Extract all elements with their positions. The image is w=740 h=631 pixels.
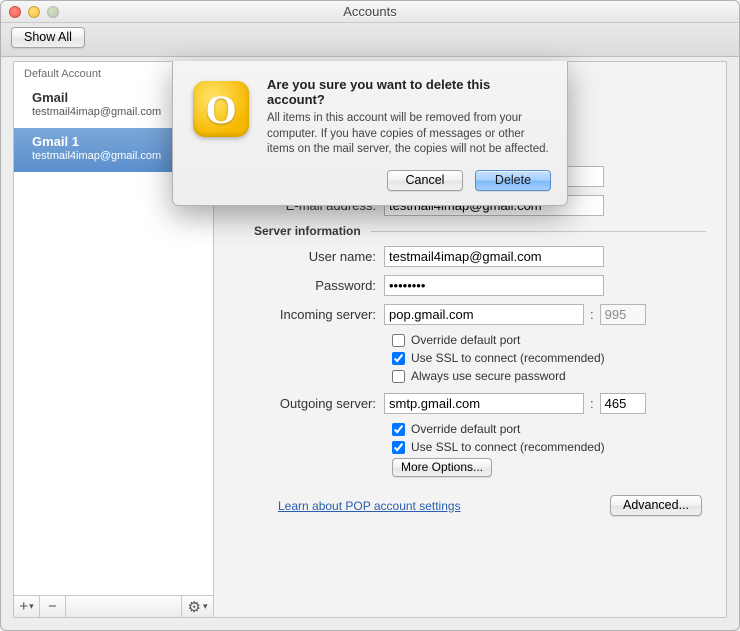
form-row-password: Password: — [234, 275, 706, 296]
form-row-outgoing: Outgoing server: : — [234, 393, 706, 414]
zoom-icon — [47, 6, 59, 18]
section-label: Server information — [254, 224, 371, 238]
checkbox[interactable] — [392, 370, 405, 383]
port-separator: : — [584, 396, 600, 411]
more-options-row: More Options... — [392, 458, 706, 477]
sidebar-footer: +▾ − ⚙▾ — [14, 595, 213, 617]
cancel-button[interactable]: Cancel — [387, 170, 463, 191]
outlook-icon: O — [193, 81, 249, 137]
accounts-window: Accounts Show All Default Account Gmail … — [0, 0, 740, 631]
checkbox-label: Override default port — [411, 422, 520, 436]
advanced-button[interactable]: Advanced... — [610, 495, 702, 516]
outgoing-port-field[interactable] — [600, 393, 646, 414]
checkbox-label: Use SSL to connect (recommended) — [411, 351, 605, 365]
close-icon[interactable] — [9, 6, 21, 18]
checkbox[interactable] — [392, 441, 405, 454]
gear-menu-button[interactable]: ⚙▾ — [181, 596, 213, 617]
section-server-info: Server information — [254, 224, 706, 238]
checkbox[interactable] — [392, 352, 405, 365]
traffic-lights — [9, 6, 59, 18]
label-username: User name: — [234, 249, 384, 264]
delete-confirm-dialog: O Are you sure you want to delete this a… — [172, 61, 568, 206]
form-row-incoming: Incoming server: : — [234, 304, 706, 325]
incoming-port-field[interactable] — [600, 304, 646, 325]
plus-icon: + — [19, 598, 28, 615]
checkbox-secure-pwd[interactable]: Always use secure password — [392, 369, 706, 383]
dialog-title: Are you sure you want to delete this acc… — [267, 77, 551, 107]
toolbar: Show All — [1, 23, 739, 57]
incoming-server-field[interactable] — [384, 304, 584, 325]
checkbox-ssl-out[interactable]: Use SSL to connect (recommended) — [392, 440, 706, 454]
form-row-username: User name: — [234, 246, 706, 267]
window-title: Accounts — [9, 4, 731, 19]
checkbox[interactable] — [392, 423, 405, 436]
password-field[interactable] — [384, 275, 604, 296]
bottom-bar: Learn about POP account settings Advance… — [278, 495, 706, 516]
learn-link[interactable]: Learn about POP account settings — [278, 499, 461, 513]
dialog-message: All items in this account will be remove… — [267, 111, 551, 158]
checkbox-label: Override default port — [411, 333, 520, 347]
more-options-button[interactable]: More Options... — [392, 458, 492, 477]
add-account-button[interactable]: +▾ — [14, 596, 40, 617]
checkbox-label: Always use secure password — [411, 369, 566, 383]
label-password: Password: — [234, 278, 384, 293]
checkbox-override-port-out[interactable]: Override default port — [392, 422, 706, 436]
delete-button[interactable]: Delete — [475, 170, 551, 191]
outgoing-server-field[interactable] — [384, 393, 584, 414]
minus-icon: − — [48, 598, 57, 615]
icon-glyph: O — [205, 86, 236, 133]
checkbox[interactable] — [392, 334, 405, 347]
divider — [371, 231, 706, 232]
port-separator: : — [584, 307, 600, 322]
titlebar: Accounts — [1, 1, 739, 23]
gear-icon: ⚙ — [188, 598, 201, 616]
dialog-body: Are you sure you want to delete this acc… — [267, 77, 551, 191]
checkbox-label: Use SSL to connect (recommended) — [411, 440, 605, 454]
dialog-icon: O — [189, 77, 253, 141]
remove-account-button[interactable]: − — [40, 596, 66, 617]
checkbox-ssl-in[interactable]: Use SSL to connect (recommended) — [392, 351, 706, 365]
checkbox-override-port-in[interactable]: Override default port — [392, 333, 706, 347]
dialog-buttons: Cancel Delete — [267, 170, 551, 191]
minimize-icon[interactable] — [28, 6, 40, 18]
label-outgoing: Outgoing server: — [234, 396, 384, 411]
username-field[interactable] — [384, 246, 604, 267]
show-all-button[interactable]: Show All — [11, 27, 85, 48]
label-incoming: Incoming server: — [234, 307, 384, 322]
